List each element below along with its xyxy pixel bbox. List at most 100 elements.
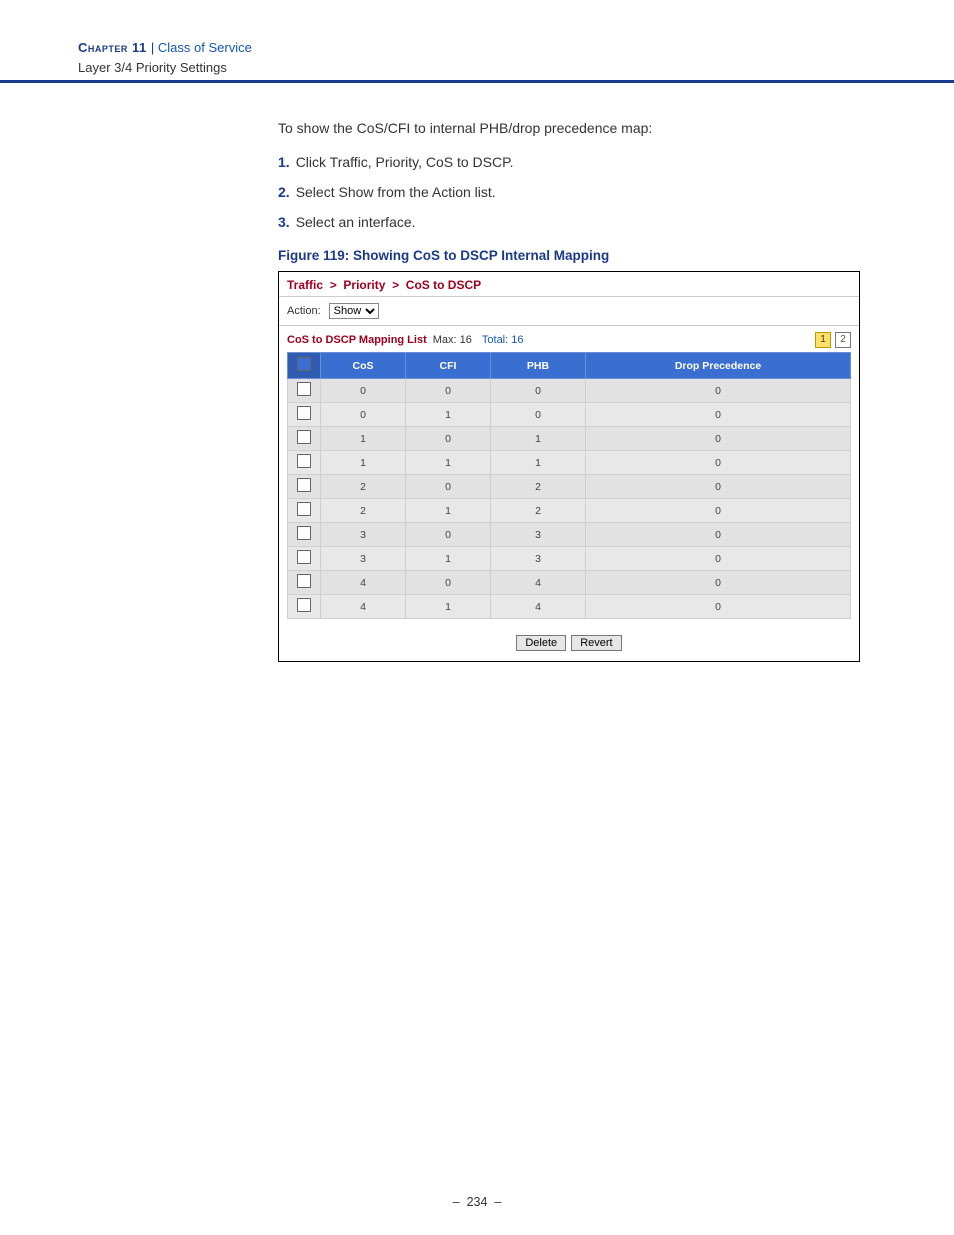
checkbox-icon xyxy=(297,430,311,444)
step-text: Click Traffic, Priority, CoS to DSCP. xyxy=(296,154,514,170)
table-header-row: CoS CFI PHB Drop Precedence xyxy=(288,353,851,379)
cell-cfi: 1 xyxy=(406,451,491,475)
step-text: Select Show from the Action list. xyxy=(296,184,496,200)
cell-cfi: 1 xyxy=(406,595,491,619)
cell-cfi: 0 xyxy=(406,475,491,499)
app-screenshot: Traffic > Priority > CoS to DSCP Action:… xyxy=(278,271,860,662)
step-item: 1. Click Traffic, Priority, CoS to DSCP. xyxy=(278,154,868,170)
cell-dp: 0 xyxy=(586,427,851,451)
table-row: 1010 xyxy=(288,427,851,451)
table-row: 4140 xyxy=(288,595,851,619)
row-checkbox[interactable] xyxy=(288,427,321,451)
row-checkbox[interactable] xyxy=(288,499,321,523)
cell-cos: 3 xyxy=(321,547,406,571)
checkbox-icon xyxy=(297,357,311,371)
list-header: CoS to DSCP Mapping List Max: 16 Total: … xyxy=(279,326,859,352)
list-title: CoS to DSCP Mapping List xyxy=(287,334,427,346)
button-row: Delete Revert xyxy=(279,627,859,661)
step-text: Select an interface. xyxy=(296,214,416,230)
row-checkbox[interactable] xyxy=(288,403,321,427)
cell-cfi: 1 xyxy=(406,499,491,523)
cell-cos: 2 xyxy=(321,475,406,499)
cell-cfi: 1 xyxy=(406,403,491,427)
cell-cos: 4 xyxy=(321,595,406,619)
select-all-header[interactable] xyxy=(288,353,321,379)
cell-cfi: 0 xyxy=(406,379,491,403)
cell-dp: 0 xyxy=(586,499,851,523)
cell-dp: 0 xyxy=(586,595,851,619)
action-select[interactable]: Show xyxy=(329,303,379,319)
steps-list: 1.Click Traffic, Priority, CoS to DSCP. … xyxy=(278,154,868,230)
page-button-1[interactable]: 1 xyxy=(815,332,831,348)
breadcrumb-item: Priority xyxy=(343,278,385,292)
table-row: 0100 xyxy=(288,403,851,427)
checkbox-icon xyxy=(297,406,311,420)
pager: 1 2 xyxy=(815,332,851,348)
col-cfi: CFI xyxy=(406,353,491,379)
row-checkbox[interactable] xyxy=(288,379,321,403)
cell-phb: 4 xyxy=(491,595,586,619)
step-number: 3. xyxy=(278,214,290,230)
action-label: Action: xyxy=(287,305,321,317)
row-checkbox[interactable] xyxy=(288,571,321,595)
table-row: 0000 xyxy=(288,379,851,403)
cell-cos: 1 xyxy=(321,427,406,451)
cell-cfi: 1 xyxy=(406,547,491,571)
cell-cos: 2 xyxy=(321,499,406,523)
cell-phb: 4 xyxy=(491,571,586,595)
row-checkbox[interactable] xyxy=(288,547,321,571)
step-number: 2. xyxy=(278,184,290,200)
cell-phb: 1 xyxy=(491,451,586,475)
cell-dp: 0 xyxy=(586,379,851,403)
delete-button[interactable]: Delete xyxy=(516,635,566,651)
cell-phb: 3 xyxy=(491,547,586,571)
table-row: 4040 xyxy=(288,571,851,595)
list-max: Max: 16 xyxy=(433,334,472,346)
checkbox-icon xyxy=(297,574,311,588)
checkbox-icon xyxy=(297,598,311,612)
table-row: 3030 xyxy=(288,523,851,547)
footer-dash: – xyxy=(494,1195,501,1209)
row-checkbox[interactable] xyxy=(288,451,321,475)
row-checkbox[interactable] xyxy=(288,475,321,499)
page-number: 234 xyxy=(467,1195,488,1209)
breadcrumb-item: Traffic xyxy=(287,278,323,292)
checkbox-icon xyxy=(297,382,311,396)
breadcrumb-item: CoS to DSCP xyxy=(406,278,481,292)
cell-phb: 0 xyxy=(491,379,586,403)
cell-dp: 0 xyxy=(586,451,851,475)
cell-dp: 0 xyxy=(586,475,851,499)
checkbox-icon xyxy=(297,502,311,516)
intro-text: To show the CoS/CFI to internal PHB/drop… xyxy=(278,120,868,136)
page-footer: – 234 – xyxy=(0,1195,954,1209)
cell-phb: 2 xyxy=(491,499,586,523)
cell-phb: 2 xyxy=(491,475,586,499)
checkbox-icon xyxy=(297,478,311,492)
page-button-2[interactable]: 2 xyxy=(835,332,851,348)
row-checkbox[interactable] xyxy=(288,523,321,547)
cell-dp: 0 xyxy=(586,571,851,595)
cell-phb: 3 xyxy=(491,523,586,547)
figure-caption: Figure 119: Showing CoS to DSCP Internal… xyxy=(278,248,868,263)
breadcrumb-sep: > xyxy=(326,278,340,292)
checkbox-icon xyxy=(297,526,311,540)
row-checkbox[interactable] xyxy=(288,595,321,619)
header-subtitle: Layer 3/4 Priority Settings xyxy=(78,58,252,78)
cell-cos: 3 xyxy=(321,523,406,547)
cell-cos: 0 xyxy=(321,403,406,427)
table-row: 2120 xyxy=(288,499,851,523)
table-row: 2020 xyxy=(288,475,851,499)
chapter-title: Class of Service xyxy=(158,40,252,55)
breadcrumb: Traffic > Priority > CoS to DSCP xyxy=(279,272,859,297)
step-number: 1. xyxy=(278,154,290,170)
mapping-table: CoS CFI PHB Drop Precedence 0000 0100 10… xyxy=(287,352,851,619)
step-item: 2. Select Show from the Action list. xyxy=(278,184,868,200)
chapter-word: Chapter xyxy=(78,40,128,55)
revert-button[interactable]: Revert xyxy=(571,635,621,651)
chapter-label: Chapter 11 xyxy=(78,40,151,55)
col-drop-precedence: Drop Precedence xyxy=(586,353,851,379)
cell-cos: 0 xyxy=(321,379,406,403)
cell-dp: 0 xyxy=(586,547,851,571)
page-header: Chapter 11 | Class of Service Layer 3/4 … xyxy=(78,38,252,77)
cell-phb: 1 xyxy=(491,427,586,451)
